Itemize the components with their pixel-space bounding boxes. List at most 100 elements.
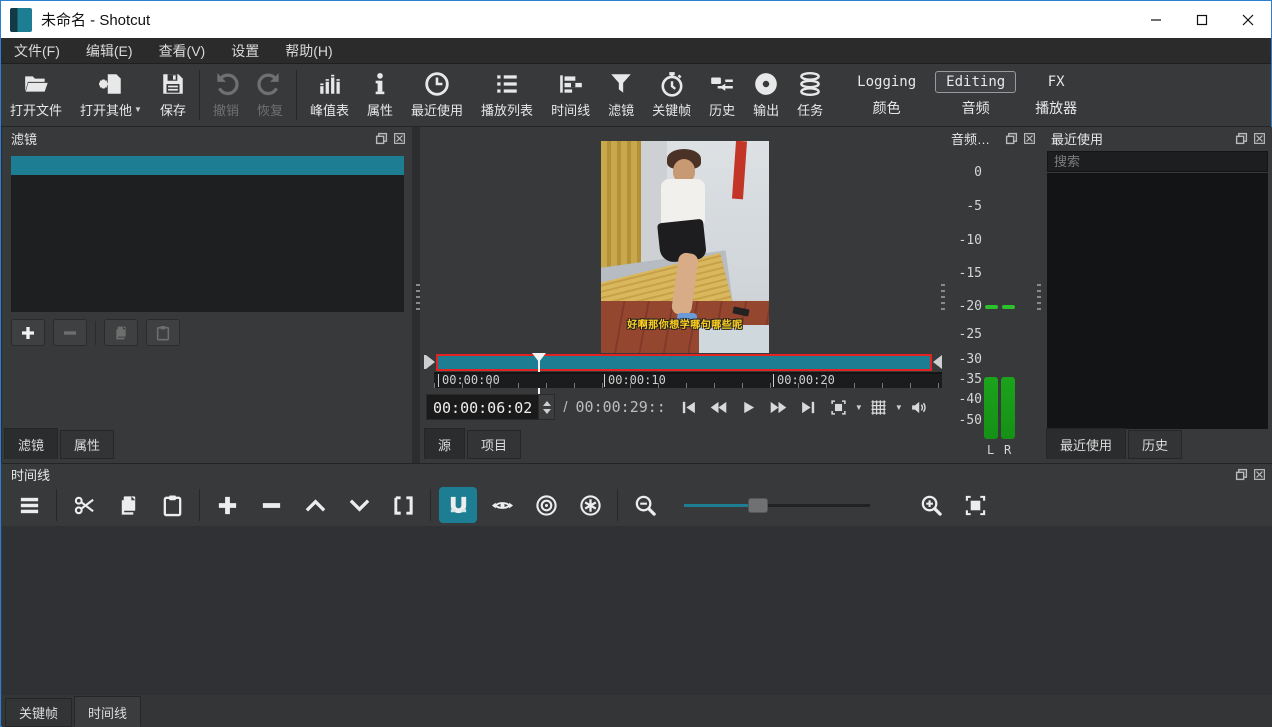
- db-scale-label: -10: [959, 233, 982, 248]
- volume-button[interactable]: [906, 395, 932, 419]
- zoom-out-button[interactable]: [626, 487, 664, 523]
- playhead[interactable]: [532, 353, 546, 372]
- timeline-menu-button[interactable]: [10, 487, 48, 523]
- layout-color-button[interactable]: 颜色: [862, 95, 912, 121]
- trim-bar[interactable]: [436, 354, 932, 371]
- tab-keyframes[interactable]: 关键帧: [5, 698, 72, 727]
- layout-editing-button[interactable]: Editing: [935, 71, 1016, 93]
- grid-menu-caret[interactable]: ▼: [894, 403, 904, 412]
- save-button[interactable]: 保存: [151, 67, 195, 123]
- properties-button[interactable]: 属性: [358, 67, 402, 123]
- scrub-eye-icon: [491, 494, 514, 517]
- grid-button[interactable]: [866, 395, 892, 419]
- tab-source[interactable]: 源: [424, 428, 465, 459]
- close-panel-icon[interactable]: [1253, 468, 1266, 481]
- zoom-fit-button[interactable]: [826, 395, 852, 419]
- menu-settings[interactable]: 设置: [218, 38, 272, 63]
- menu-file[interactable]: 文件(F): [1, 38, 73, 63]
- time-ruler[interactable]: 00:00:00 00:00:10 00:00:20: [434, 372, 942, 388]
- video-preview[interactable]: 好啊那你想学哪句哪些呢: [601, 141, 769, 353]
- lift-button[interactable]: [296, 487, 334, 523]
- search-input[interactable]: [1047, 151, 1268, 172]
- layout-fx-button[interactable]: FX: [1037, 71, 1076, 93]
- recent-file-list[interactable]: [1047, 173, 1268, 429]
- copy-button[interactable]: [109, 487, 147, 523]
- recent-button[interactable]: 最近使用: [402, 67, 472, 123]
- player-scrubber[interactable]: [420, 353, 942, 372]
- paste-filters-button[interactable]: [146, 319, 180, 346]
- splitter-handle[interactable]: [941, 284, 945, 314]
- ripple-toggle-button[interactable]: [527, 487, 565, 523]
- zoom-menu-caret[interactable]: ▼: [854, 403, 864, 412]
- tab-properties[interactable]: 属性: [60, 430, 114, 459]
- close-panel-icon[interactable]: [1253, 132, 1266, 145]
- remove-filter-button[interactable]: [53, 319, 87, 346]
- current-timecode[interactable]: 00:00:06:02: [427, 395, 538, 419]
- ripple-all-tracks-button[interactable]: [571, 487, 609, 523]
- jobs-button[interactable]: 任务: [788, 67, 832, 123]
- redo-button[interactable]: 恢复: [248, 67, 292, 123]
- peak-meter-button[interactable]: 峰值表: [301, 67, 358, 123]
- out-point-marker[interactable]: [933, 355, 942, 369]
- open-other-button[interactable]: 打开其他▼: [71, 67, 151, 123]
- scrub-while-dragging-button[interactable]: [483, 487, 521, 523]
- play-button[interactable]: [736, 395, 762, 419]
- zoom-fit-timeline-button[interactable]: [956, 487, 994, 523]
- clock-icon: [424, 71, 450, 97]
- close-panel-icon[interactable]: [1023, 132, 1036, 145]
- maximize-button[interactable]: [1179, 1, 1225, 38]
- tab-filters[interactable]: 滤镜: [4, 428, 58, 459]
- splitter-handle[interactable]: [1037, 284, 1041, 314]
- undo-button[interactable]: 撤销: [204, 67, 248, 123]
- layout-audio-button[interactable]: 音频: [951, 95, 1001, 121]
- history-button[interactable]: 历史: [700, 67, 744, 123]
- menu-edit[interactable]: 编辑(E): [73, 38, 146, 63]
- float-panel-icon[interactable]: [1005, 132, 1018, 145]
- rewind-button[interactable]: [706, 395, 732, 419]
- close-panel-icon[interactable]: [393, 132, 406, 145]
- timeline-zoom-slider[interactable]: [684, 495, 870, 515]
- filters-button[interactable]: 滤镜: [599, 67, 643, 123]
- split-button[interactable]: [384, 487, 422, 523]
- cut-button[interactable]: [65, 487, 103, 523]
- add-filter-button[interactable]: [11, 319, 45, 346]
- filter-selected-row[interactable]: [11, 156, 404, 175]
- overwrite-button[interactable]: [340, 487, 378, 523]
- playlist-button[interactable]: 播放列表: [472, 67, 542, 123]
- layout-player-button[interactable]: 播放器: [1024, 95, 1088, 121]
- filter-list[interactable]: [11, 175, 404, 312]
- zoom-in-button[interactable]: [912, 487, 950, 523]
- timeline-tracks-area[interactable]: [2, 526, 1272, 696]
- append-button[interactable]: [208, 487, 246, 523]
- tab-history[interactable]: 历史: [1128, 430, 1182, 459]
- db-scale-label: -20: [959, 299, 982, 314]
- layout-logging-button[interactable]: Logging: [846, 71, 927, 93]
- skip-to-end-button[interactable]: [796, 395, 822, 419]
- tab-recent[interactable]: 最近使用: [1046, 428, 1126, 459]
- in-point-marker[interactable]: [426, 355, 435, 369]
- paste-button[interactable]: [153, 487, 191, 523]
- slider-handle[interactable]: [748, 498, 768, 513]
- db-scale-label: -5: [966, 199, 982, 214]
- timeline-panel-header: 时间线: [2, 464, 1272, 484]
- copy-filters-button[interactable]: [104, 319, 138, 346]
- menu-view[interactable]: 查看(V): [146, 38, 219, 63]
- float-panel-icon[interactable]: [1235, 468, 1248, 481]
- export-button[interactable]: 输出: [744, 67, 788, 123]
- timeline-button[interactable]: 时间线: [542, 67, 599, 123]
- close-button[interactable]: [1225, 1, 1271, 38]
- fast-forward-button[interactable]: [766, 395, 792, 419]
- tab-project[interactable]: 项目: [467, 430, 521, 459]
- snap-toggle-button[interactable]: [439, 487, 477, 523]
- timecode-spin-buttons[interactable]: [538, 395, 554, 419]
- skip-to-start-button[interactable]: [676, 395, 702, 419]
- minimize-button[interactable]: [1133, 1, 1179, 38]
- float-panel-icon[interactable]: [1235, 132, 1248, 145]
- current-timecode-spinner[interactable]: 00:00:06:02: [426, 394, 555, 420]
- float-panel-icon[interactable]: [375, 132, 388, 145]
- menu-help[interactable]: 帮助(H): [272, 38, 345, 63]
- open-file-button[interactable]: 打开文件: [1, 67, 71, 123]
- ripple-delete-button[interactable]: [252, 487, 290, 523]
- keyframes-button[interactable]: 关键帧: [643, 67, 700, 123]
- tab-timeline[interactable]: 时间线: [74, 696, 141, 727]
